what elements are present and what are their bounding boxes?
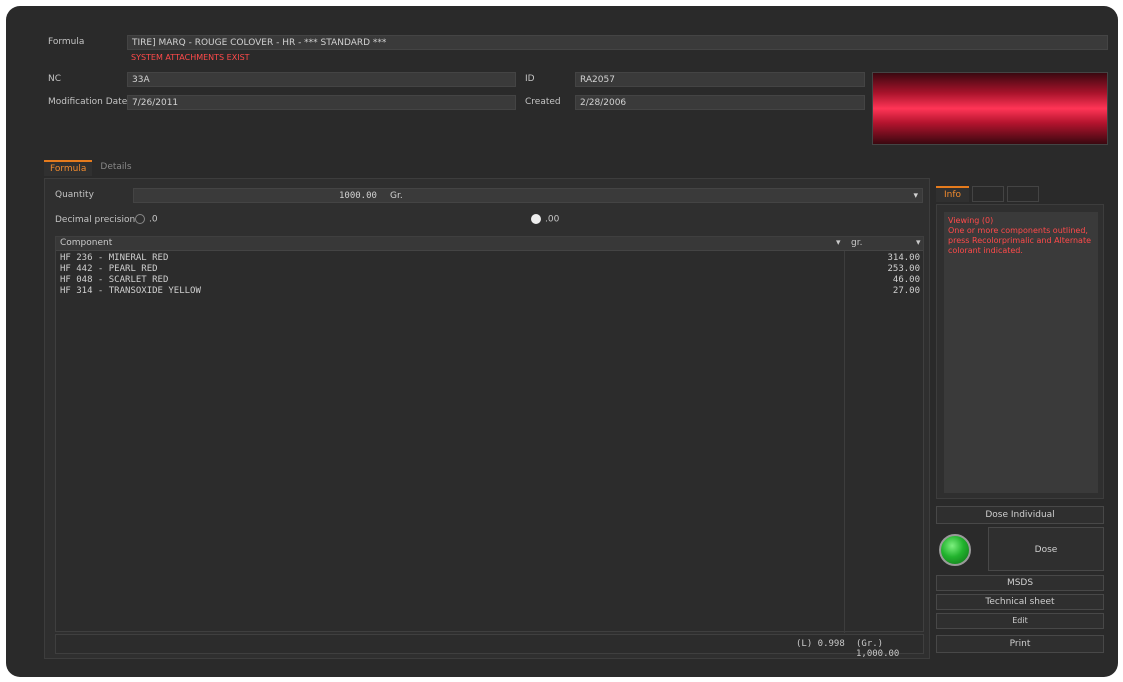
- sort-icon[interactable]: ▾: [836, 238, 841, 248]
- info-box: Viewing (0) One or more components outli…: [944, 212, 1098, 493]
- color-swatch: [872, 72, 1108, 145]
- edit-button[interactable]: Edit: [936, 613, 1104, 629]
- precision-option-b[interactable]: .00: [531, 214, 559, 225]
- info-title: Viewing (0): [948, 216, 994, 225]
- side-tab-3[interactable]: [1007, 186, 1040, 202]
- precision-label: Decimal precision: [55, 215, 136, 225]
- created-label: Created: [525, 97, 561, 107]
- main-tabs: Formula Details: [44, 160, 138, 176]
- unit-dropdown-icon[interactable]: ▾: [916, 238, 921, 248]
- status-ok-icon: [939, 534, 971, 566]
- column-unit[interactable]: gr.: [851, 238, 862, 248]
- quantity-dropdown-icon[interactable]: ▾: [913, 190, 918, 202]
- msds-button[interactable]: MSDS: [936, 575, 1104, 591]
- quantity-field[interactable]: 1000.00 Gr. ▾: [133, 188, 923, 203]
- created-field[interactable]: 2/28/2006: [575, 95, 865, 110]
- side-tab-2[interactable]: [972, 186, 1005, 202]
- quantity-unit: Gr.: [390, 191, 403, 201]
- info-text: One or more components outlined, press R…: [948, 226, 1092, 255]
- main-window: Formula TIRE] MARQ - ROUGE COLOVER - HR …: [6, 6, 1118, 677]
- side-tabs: Info: [936, 186, 1040, 202]
- nc-field[interactable]: 33A: [127, 72, 516, 87]
- column-component[interactable]: Component: [60, 238, 112, 248]
- side-tab-info[interactable]: Info: [936, 186, 970, 202]
- precision-option-a[interactable]: .0: [135, 214, 158, 225]
- table-header: Component ▾ gr. ▾: [56, 237, 923, 251]
- radio-selected-icon: [531, 214, 541, 224]
- info-panel: Viewing (0) One or more components outli…: [936, 204, 1104, 499]
- modification-field[interactable]: 7/26/2011: [127, 95, 516, 110]
- formula-field[interactable]: TIRE] MARQ - ROUGE COLOVER - HR - *** ST…: [127, 35, 1108, 50]
- quantity-label: Quantity: [55, 190, 94, 200]
- dose-button[interactable]: Dose: [988, 527, 1104, 571]
- id-label: ID: [525, 74, 535, 84]
- print-button[interactable]: Print: [936, 635, 1104, 653]
- table-row[interactable]: HF 048 - SCARLET RED 46.00: [60, 275, 920, 286]
- formula-warning: SYSTEM ATTACHMENTS EXIST: [131, 53, 250, 62]
- table-row[interactable]: HF 314 - TRANSOXIDE YELLOW 27.00: [60, 286, 920, 297]
- tab-details[interactable]: Details: [94, 160, 137, 176]
- id-field[interactable]: RA2057: [575, 72, 865, 87]
- quantity-value: 1000.00: [339, 191, 377, 201]
- modification-label: Modification Date: [48, 97, 128, 107]
- technical-sheet-button[interactable]: Technical sheet: [936, 594, 1104, 610]
- table-footer: (L) 0.998 (Gr.) 1,000.00: [55, 634, 924, 659]
- table-row[interactable]: HF 442 - PEARL RED 253.00: [60, 264, 920, 275]
- table-row[interactable]: HF 236 - MINERAL RED 314.00: [60, 253, 920, 264]
- formula-panel: Quantity 1000.00 Gr. ▾ Decimal precision…: [44, 178, 930, 659]
- formula-label: Formula: [48, 37, 85, 47]
- column-divider: [844, 251, 845, 633]
- radio-icon: [135, 214, 145, 224]
- nc-label: NC: [48, 74, 62, 84]
- total-grams: (Gr.) 1,000.00: [856, 639, 900, 659]
- dose-individual-button[interactable]: Dose Individual: [936, 506, 1104, 524]
- components-table: Component ▾ gr. ▾ HF 236 - MINERAL RED 31…: [55, 236, 924, 633]
- tab-formula[interactable]: Formula: [44, 160, 93, 176]
- total-liters: (L) 0.998: [796, 639, 845, 649]
